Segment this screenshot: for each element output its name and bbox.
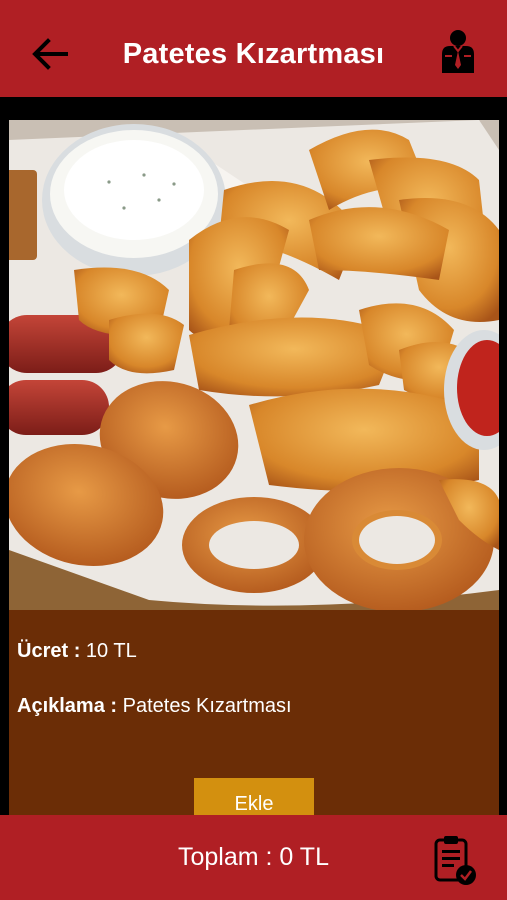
top-app-bar: Patetes Kızartması: [0, 0, 507, 97]
product-image: [9, 120, 499, 610]
cart-total: Toplam : 0 TL: [177, 843, 329, 871]
description-label: Açıklama :: [17, 695, 118, 717]
add-to-cart-button[interactable]: Ekle: [194, 778, 314, 815]
price-row: Ücret : 10 TL: [17, 640, 137, 663]
page-title: Patetes Kızartması: [122, 38, 385, 70]
price-value: 10 TL: [85, 640, 137, 662]
user-profile-icon: [442, 30, 474, 73]
description-row: Açıklama : Patetes Kızartması: [17, 695, 292, 718]
order-checklist-icon: [434, 836, 476, 885]
bottom-bar: Toplam : 0 TL: [0, 815, 507, 900]
price-label: Ücret :: [17, 640, 81, 662]
order-list-button[interactable]: [432, 834, 480, 888]
product-info-panel: Ücret : 10 TL Açıklama : Patetes Kızartm…: [9, 610, 499, 815]
profile-button[interactable]: [434, 27, 482, 75]
description-value: Patetes Kızartması: [122, 695, 292, 717]
